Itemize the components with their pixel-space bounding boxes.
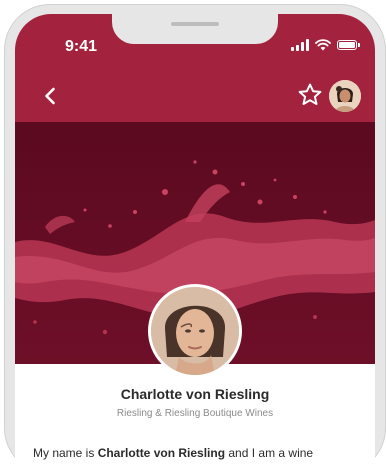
- app-screen: 9:41 Charlotte von Riesling Riesling & R…: [15, 14, 375, 474]
- profile-photo: [148, 284, 242, 378]
- star-outline-icon[interactable]: [297, 82, 323, 108]
- bio-name: Charlotte von Riesling: [97, 446, 226, 460]
- device-notch: [112, 14, 278, 44]
- profile-name: Charlotte von Riesling: [120, 386, 270, 402]
- wifi-icon: [315, 39, 331, 51]
- chevron-left-icon[interactable]: [39, 84, 63, 108]
- user-avatar[interactable]: [329, 80, 361, 112]
- cellular-signal-icon: [291, 39, 309, 51]
- top-bar: 9:41: [15, 14, 375, 122]
- status-icons: [291, 39, 360, 51]
- profile-company: Riesling & Riesling Boutique Wines: [116, 408, 274, 419]
- bio-prefix: My name is: [33, 446, 98, 460]
- status-time: 9:41: [65, 38, 98, 55]
- battery-icon: [337, 40, 360, 50]
- speaker-grille: [171, 22, 219, 26]
- bio-text: My name is Charlotte von Riesling and I …: [33, 446, 373, 460]
- bio-suffix: and I am a wine: [225, 446, 314, 460]
